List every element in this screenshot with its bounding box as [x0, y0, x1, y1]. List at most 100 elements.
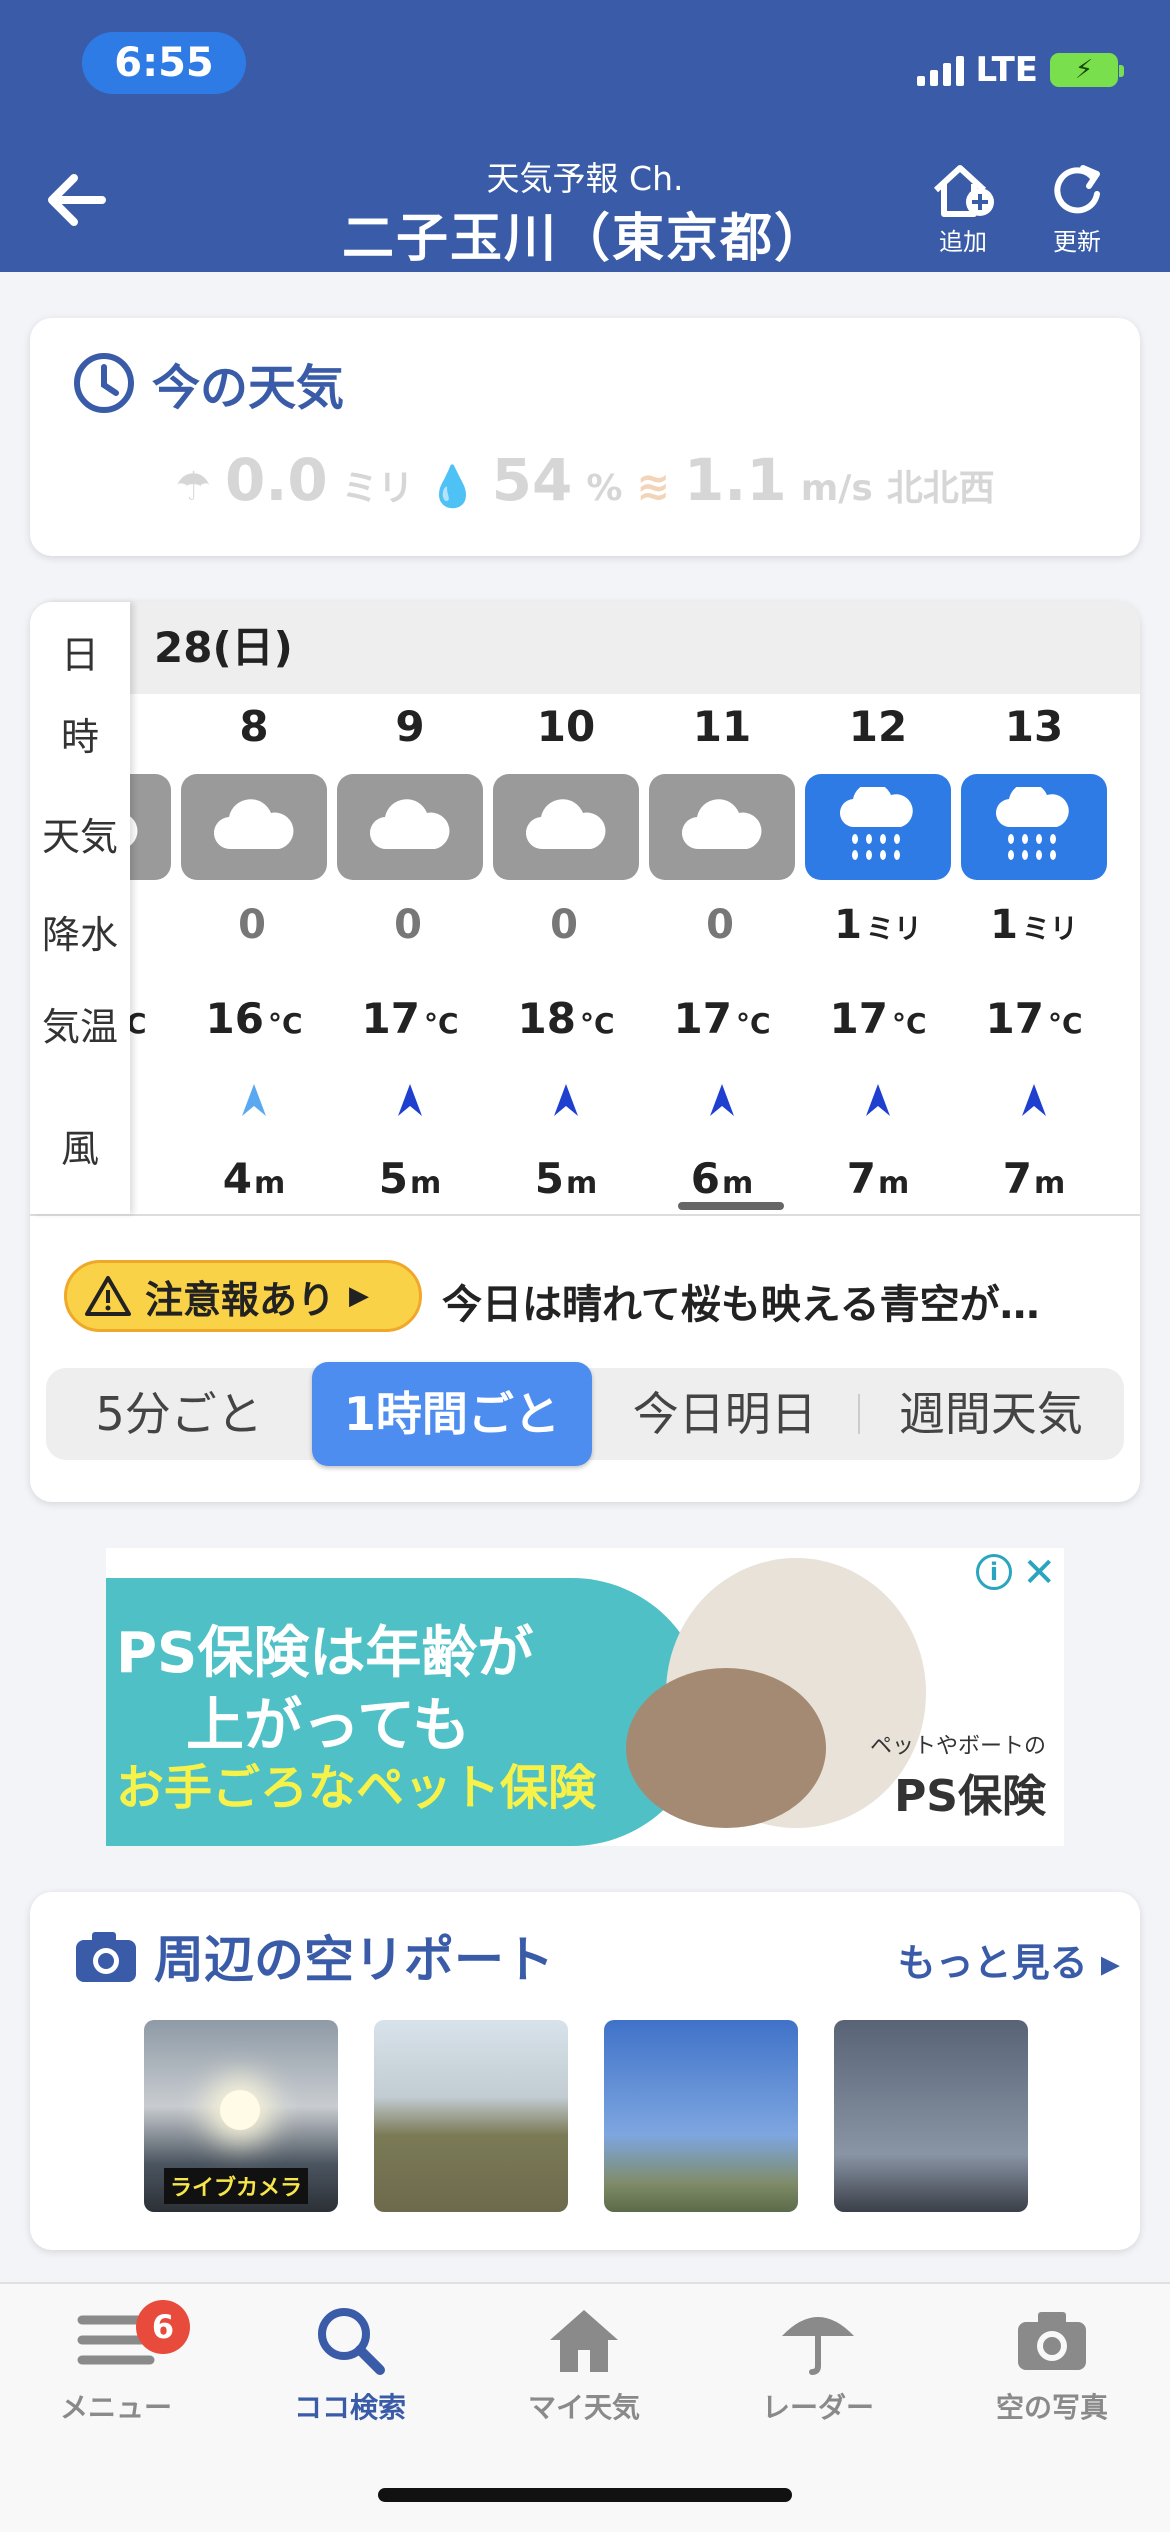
rain-icon — [961, 774, 1107, 880]
clock-icon — [74, 353, 134, 413]
tab-my-weather-label: マイ天気 — [527, 2391, 640, 2424]
wind-direction-icon — [334, 1080, 486, 1120]
search-icon — [318, 2308, 385, 2375]
sky-photo-live[interactable]: ライブカメラ — [144, 2020, 338, 2212]
temp-cell: 18 °C — [517, 994, 615, 1043]
hourly-scroller[interactable]: 28(日) 7014°C3m8016°C4m9017°C5m10018°C5m1… — [30, 602, 1140, 1214]
tab-weekly[interactable]: 週間天気 — [857, 1368, 1124, 1460]
wind-speed-cell: 4m — [222, 1154, 286, 1203]
precip-cell: 0 — [706, 902, 734, 948]
network-label: LTE — [975, 50, 1038, 90]
sky-report-card: 周辺の空リポート もっと見る ▸ ライブカメラ — [30, 1892, 1140, 2250]
humidity-value: 54 — [491, 446, 573, 514]
hour-column: 10 0 18 °C 5m — [490, 602, 642, 1214]
camera-icon — [1018, 2312, 1086, 2370]
chevron-right-icon: ▶ — [349, 1281, 370, 1311]
alert-button[interactable]: 注意報あり ▶ — [64, 1260, 422, 1332]
cloud-icon — [337, 774, 483, 880]
ad-info-icon[interactable]: i — [976, 1554, 1012, 1590]
humidity-unit: % — [586, 468, 623, 509]
row-label-hour: 時 — [60, 715, 99, 759]
cloud-icon — [493, 774, 639, 880]
wind-speed-cell: 5m — [378, 1154, 442, 1203]
divider — [30, 1214, 1140, 1216]
live-camera-tag: ライブカメラ — [164, 2168, 309, 2204]
advertisement-banner[interactable]: PS保険は年齢が 上がっても お手ごろなペット保険 ペットやボートの PS保険 … — [106, 1548, 1064, 1846]
temp-cell: 17 °C — [985, 994, 1083, 1043]
row-label-temp: 気温 — [41, 1005, 118, 1049]
refresh-button[interactable]: 更新 — [1032, 160, 1122, 257]
row-label-day: 日 — [60, 633, 99, 677]
precip-cell: 0 — [394, 902, 422, 948]
ad-logo-main: PS保険 — [894, 1771, 1046, 1822]
home-add-icon — [933, 165, 994, 217]
see-more-link[interactable]: もっと見る ▸ — [898, 1932, 1120, 1987]
menu-badge: 6 — [136, 2300, 190, 2354]
cloud-icon — [181, 774, 327, 880]
wind-direction-icon — [178, 1080, 330, 1120]
sun-glare — [220, 2090, 260, 2130]
temp-cell: 17 °C — [673, 994, 771, 1043]
wind-unit: m/s — [800, 468, 873, 509]
tab-search[interactable]: ココ検索 — [250, 2304, 450, 2426]
sky-photo-4[interactable] — [834, 2020, 1028, 2212]
warning-icon — [85, 1276, 131, 1316]
hour-column: 9 0 17 °C 5m — [334, 602, 486, 1214]
current-hour-indicator — [678, 1202, 784, 1210]
tab-hourly[interactable]: 1時間ごと — [312, 1362, 592, 1466]
add-button[interactable]: 追加 — [918, 160, 1008, 257]
current-weather-values: ☂ 0.0 ミリ 💧 54 % ≋ 1.1 m/s 北北西 — [30, 446, 1140, 514]
status-indicators: LTE ⚡ — [916, 50, 1124, 90]
wind-icon: ≋ — [636, 464, 670, 510]
hour-column: 11 0 17 °C 6m — [646, 602, 798, 1214]
wind-speed-cell: 7m — [846, 1154, 910, 1203]
ad-logo: ペットやボートの PS保険 — [870, 1728, 1046, 1824]
rain-icon — [805, 774, 951, 880]
row-label-precip: 降水 — [41, 913, 118, 957]
row-labels: 日 時 天気 降水 気温 風 — [30, 602, 130, 1214]
hour-label: 8 — [239, 702, 269, 751]
sky-photo-2[interactable] — [374, 2020, 568, 2212]
umbrella-icon — [782, 2317, 854, 2375]
sky-report-title-row: 周辺の空リポート — [72, 1920, 554, 1992]
home-indicator — [378, 2488, 792, 2502]
humidity-icon: 💧 — [427, 464, 478, 510]
wind-value: 1.1 — [683, 446, 787, 514]
current-weather-card[interactable]: 今の天気 ☂ 0.0 ミリ 💧 54 % ≋ 1.1 m/s 北北西 — [30, 318, 1140, 556]
alert-label: 注意報あり — [145, 1277, 336, 1322]
hourly-forecast-card: 28(日) 7014°C3m8016°C4m9017°C5m10018°C5m1… — [30, 602, 1140, 1502]
ad-close-icon[interactable]: ✕ — [1022, 1550, 1056, 1596]
precip-unit: ミリ — [341, 468, 414, 509]
tab-search-label: ココ検索 — [293, 2391, 406, 2424]
wind-speed-cell: 5m — [534, 1154, 598, 1203]
row-label-weather: 天気 — [41, 815, 118, 859]
alert-message[interactable]: 今日は晴れて桜も映える青空が… — [442, 1272, 1040, 1330]
forecast-tabs: 5分ごと 1時間ごと 今日明日 週間天気 — [46, 1362, 1124, 1466]
hour-label: 11 — [692, 702, 752, 751]
sky-photo-3[interactable] — [604, 2020, 798, 2212]
tab-my-weather[interactable]: マイ天気 — [484, 2304, 684, 2426]
tab-menu[interactable]: 6 メニュー — [16, 2300, 216, 2426]
tab-sky-photos-label: 空の写真 — [995, 2391, 1108, 2424]
tab-sky-photos[interactable]: 空の写真 — [952, 2304, 1152, 2426]
wind-direction-icon — [958, 1080, 1110, 1120]
cloud-icon — [649, 774, 795, 880]
tab-today-tomorrow[interactable]: 今日明日 — [592, 1368, 858, 1460]
precip-cell: 0 — [550, 902, 578, 948]
hour-label: 9 — [395, 702, 425, 751]
sky-report-title: 周辺の空リポート — [154, 1931, 554, 1989]
hour-label: 10 — [536, 702, 596, 751]
signal-icon — [916, 54, 964, 86]
tab-radar[interactable]: レーダー — [718, 2304, 918, 2426]
tab-5min[interactable]: 5分ごと — [46, 1368, 312, 1460]
row-label-wind: 風 — [60, 1127, 99, 1171]
wind-direction-icon — [646, 1080, 798, 1120]
battery-icon: ⚡ — [1050, 53, 1124, 87]
ad-cat-image — [626, 1668, 826, 1828]
current-weather-title: 今の天気 — [152, 360, 345, 416]
home-icon — [550, 2310, 618, 2372]
ad-line-3: お手ごろなペット保険 — [116, 1760, 597, 1816]
wind-direction-icon — [802, 1080, 954, 1120]
refresh-label: 更新 — [1053, 228, 1101, 256]
precip-cell: 1 ミリ — [990, 902, 1078, 948]
